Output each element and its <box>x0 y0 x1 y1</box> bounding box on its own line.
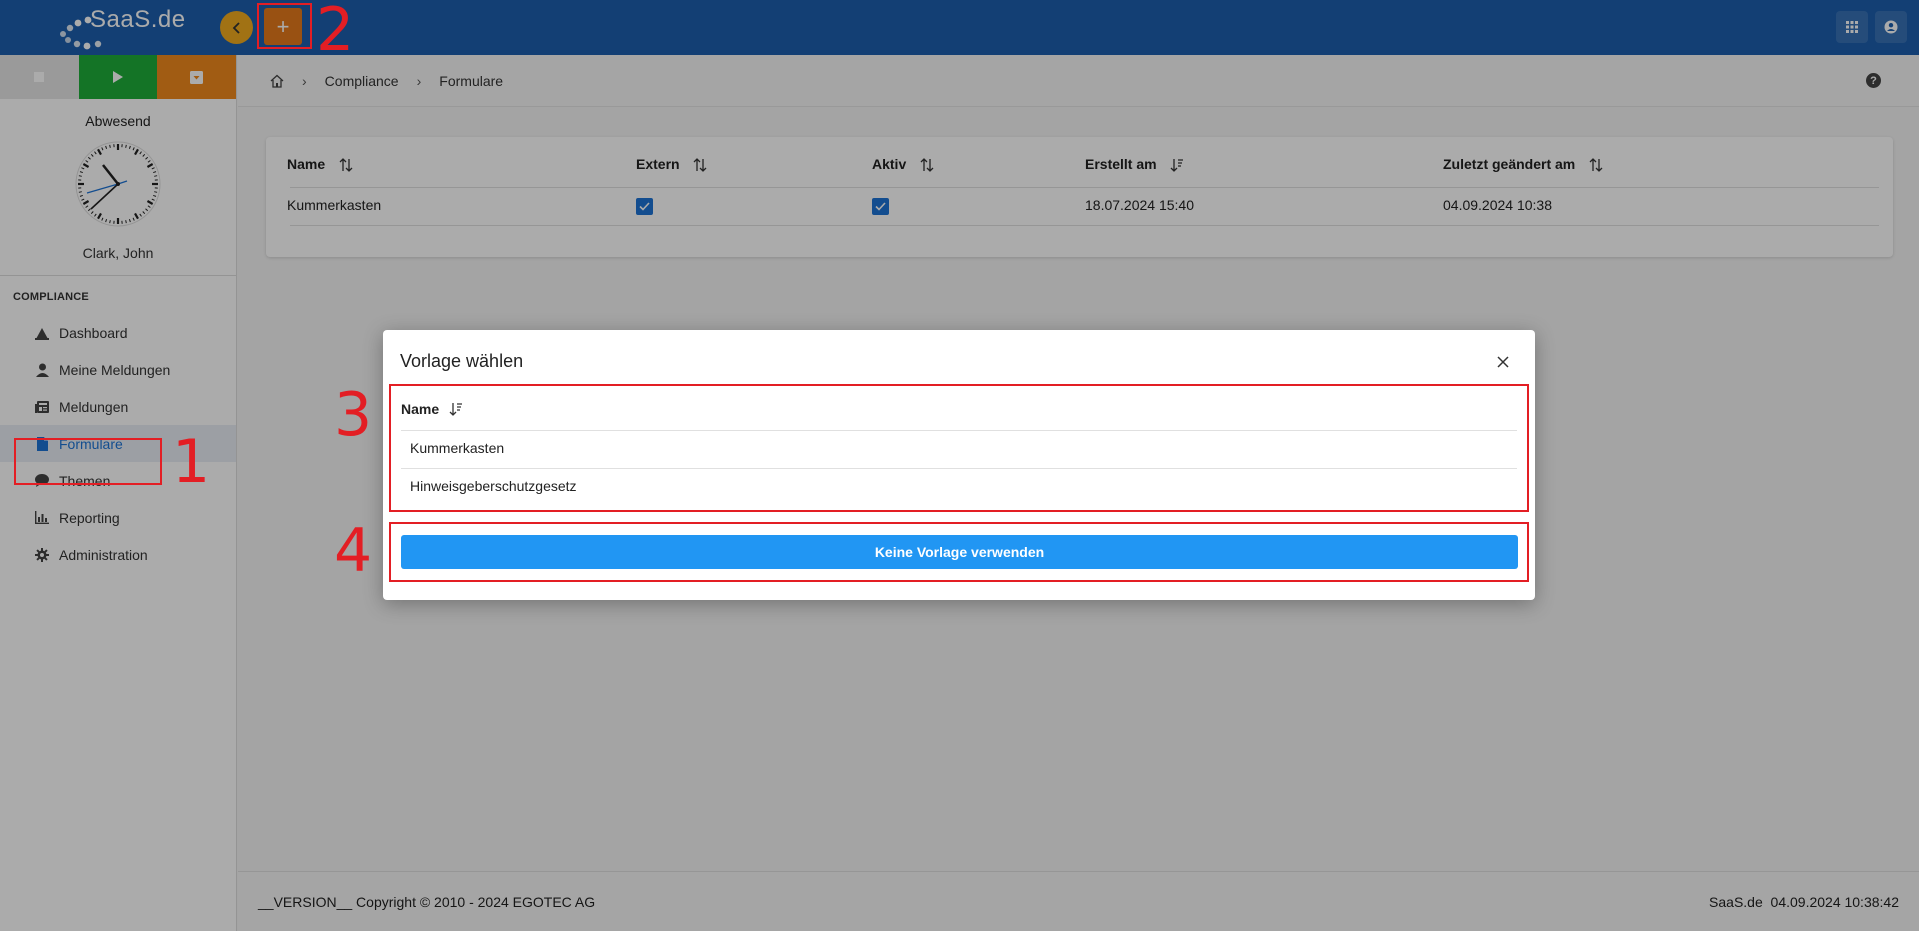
annotation-box-4 <box>389 522 1529 582</box>
annotation-box-2 <box>257 3 312 49</box>
annotation-number-2: 2 <box>316 0 355 65</box>
annotation-box-1 <box>14 438 162 485</box>
annotation-box-3 <box>389 384 1529 512</box>
dialog-title: Vorlage wählen <box>400 351 524 371</box>
annotation-number-4: 4 <box>334 516 373 586</box>
annotation-number-3: 3 <box>334 380 373 450</box>
close-icon <box>1497 356 1509 368</box>
annotation-number-1: 1 <box>172 427 211 497</box>
close-button[interactable] <box>1491 350 1515 374</box>
